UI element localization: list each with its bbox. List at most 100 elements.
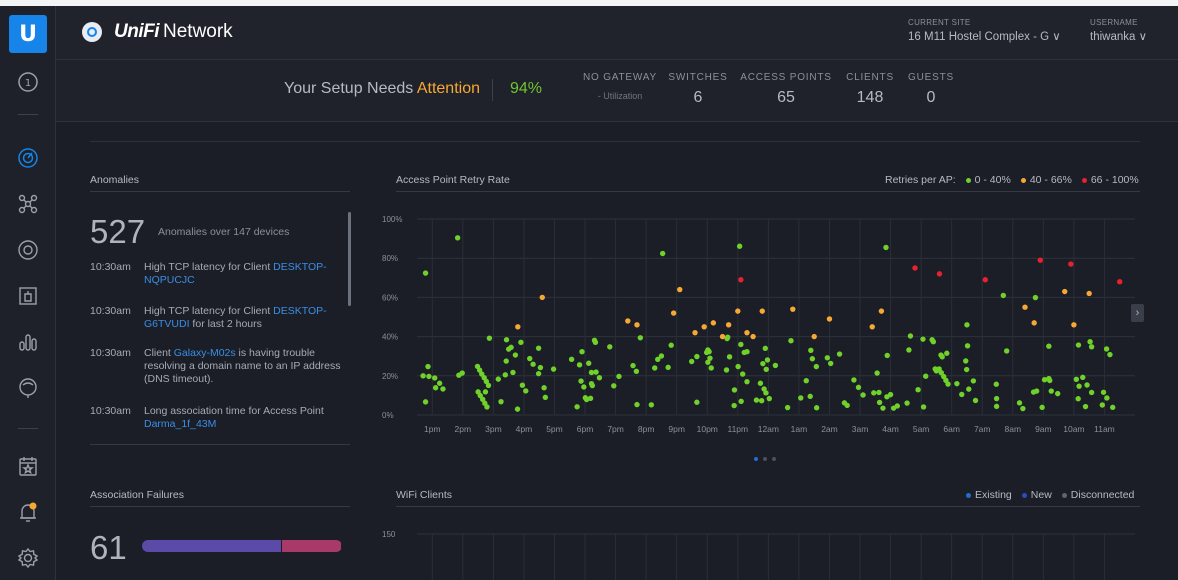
scatter-point (454, 235, 461, 241)
x-tick-label: 6am (943, 424, 960, 434)
chevron-right-icon[interactable]: › (1131, 304, 1144, 322)
pager-dot[interactable] (772, 457, 776, 461)
scatter-point (744, 378, 750, 385)
username-selector[interactable]: USERNAME thiwanka ∨ (1090, 18, 1147, 43)
stat-guests[interactable]: GUESTS 0 (906, 72, 956, 107)
scatter-point (432, 375, 438, 381)
scatter-point (1075, 396, 1081, 402)
anomalies-rule (90, 191, 350, 192)
alerts-icon[interactable] (16, 500, 40, 524)
scatter-point (425, 363, 431, 370)
scatter-point (1103, 346, 1110, 352)
current-site-selector[interactable]: CURRENT SITE 16 M11 Hostel Complex - G ∨ (908, 18, 1061, 43)
scatter-point (1032, 294, 1039, 301)
scatter-point (523, 388, 529, 394)
left-nav: U 1 (0, 6, 56, 580)
scatter-point (855, 384, 862, 391)
stat-access-points[interactable]: ACCESS POINTS 65 (740, 72, 832, 107)
scatter-point (486, 335, 493, 341)
scatter-point (738, 277, 744, 283)
stat-switches[interactable]: SWITCHES 6 (668, 72, 728, 107)
stat-value: 148 (856, 89, 884, 106)
scatter-point (826, 316, 833, 322)
x-tick-label: 11pm (727, 424, 748, 434)
scatter-point (648, 402, 655, 408)
anomalies-scrollbar[interactable] (348, 212, 351, 306)
scatter-point (907, 333, 914, 339)
x-tick-label: 9pm (668, 424, 685, 434)
scatter-point (485, 382, 492, 389)
x-tick-label: 1pm (424, 424, 441, 434)
scatter-point (920, 336, 926, 342)
legend-item: New (1030, 489, 1052, 501)
insights-icon[interactable] (16, 376, 40, 400)
stat-gateway[interactable]: NO GATEWAY - Utilization (580, 72, 660, 101)
scatter-point (725, 322, 732, 328)
setup-message[interactable]: Your Setup Needs Attention (284, 80, 480, 98)
stat-clients[interactable]: CLIENTS 148 (842, 72, 898, 107)
chart-pager[interactable] (754, 457, 776, 461)
brand[interactable]: UniFi Network (82, 21, 233, 43)
scatter-point (723, 367, 730, 373)
scatter-point (440, 386, 446, 392)
scatter-point (578, 378, 584, 384)
chevron-down-icon: ∨ (1138, 31, 1148, 43)
anomaly-text-tail: for last 2 hours (189, 318, 262, 330)
current-site-label: CURRENT SITE (908, 18, 971, 27)
scatter-point (576, 362, 583, 368)
x-tick-label: 3am (852, 424, 869, 434)
scatter-point (1068, 261, 1074, 267)
nav-separator (18, 428, 38, 429)
scatter-point (1084, 382, 1090, 388)
legend-dot-disconnected (1061, 492, 1067, 498)
scatter-point (758, 397, 765, 404)
statistics-icon[interactable] (16, 330, 40, 354)
anomaly-ap-link[interactable]: Darma_1f_43M (144, 418, 216, 430)
legend-dot-orange (1020, 177, 1026, 183)
scatter-point (1107, 351, 1113, 358)
anomalies-title: Anomalies (90, 174, 140, 186)
scatter-point (735, 363, 741, 370)
scatter-point (482, 389, 489, 395)
pager-dot[interactable] (754, 457, 758, 461)
scatter-point (611, 383, 617, 389)
assoc-progress-bar (142, 540, 342, 552)
wifi-legend: Existing New Disconnected (956, 489, 1134, 501)
settings-icon[interactable] (16, 546, 40, 570)
scatter-point (884, 352, 890, 359)
scatter-point (1041, 377, 1048, 383)
events-icon[interactable] (16, 454, 40, 478)
anomaly-client-link[interactable]: Galaxy-M02s (174, 347, 236, 359)
anomaly-time: 10:30am (90, 305, 131, 317)
devices-icon[interactable] (16, 238, 40, 262)
scatter-point (993, 395, 1000, 402)
clients-icon[interactable] (16, 284, 40, 308)
legend-item: 40 - 66% (1029, 174, 1072, 186)
pager-dot[interactable] (763, 457, 767, 461)
scatter-point (652, 365, 658, 371)
scatter-point (920, 404, 927, 410)
counter-icon[interactable]: 1 (16, 70, 40, 94)
scatter-point (706, 348, 712, 355)
scatter-point (670, 310, 677, 316)
retry-chart-title: Access Point Retry Rate (396, 174, 510, 186)
setup-status-bar: Your Setup Needs Attention 94% NO GATEWA… (56, 60, 1178, 122)
scatter-point (422, 270, 429, 276)
scatter-point (871, 390, 877, 396)
scatter-point (659, 250, 666, 257)
scatter-point (1104, 395, 1110, 401)
anomaly-item: 10:30am High TCP latency for Client DESK… (90, 261, 345, 287)
scatter-point (1000, 292, 1007, 299)
scatter-point (844, 402, 850, 409)
scatter-point (505, 346, 512, 352)
dashboard-icon[interactable] (16, 146, 40, 170)
scatter-point (808, 347, 814, 354)
retry-rule (396, 191, 1140, 192)
scatter-point (1055, 390, 1061, 397)
scatter-point (1075, 342, 1082, 348)
topology-icon[interactable] (16, 192, 40, 216)
logo-icon[interactable]: U (9, 15, 47, 53)
scatter-point (915, 387, 921, 393)
legend-dot-green (965, 177, 971, 183)
scatter-point (813, 405, 820, 411)
